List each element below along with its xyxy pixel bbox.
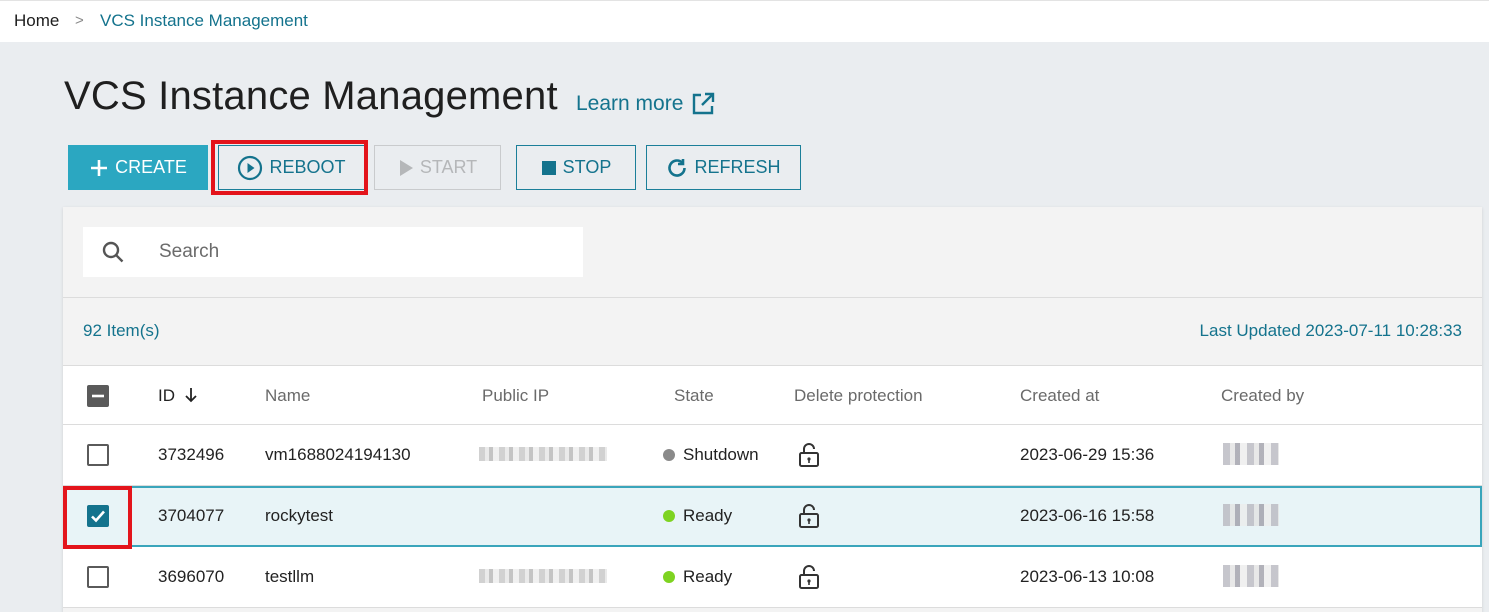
state-label: Shutdown [683, 445, 759, 464]
column-header-created-by[interactable]: Created by [1221, 386, 1304, 406]
learn-more-link[interactable]: Learn more [576, 92, 715, 116]
state-shutdown-icon [663, 449, 675, 461]
breadcrumb: Home > VCS Instance Management [0, 0, 1489, 42]
divider [63, 297, 1482, 298]
table-row[interactable]: 3732496 vm1688024194130 Shutdown 2023-06… [63, 425, 1482, 486]
row-id: 3732496 [158, 445, 225, 464]
stop-label: STOP [562, 157, 612, 177]
table-row[interactable]: 3696070 testllm Ready 2023-06-13 10:08 [63, 547, 1482, 608]
column-header-public-ip[interactable]: Public IP [482, 386, 549, 406]
plus-icon [91, 159, 108, 176]
row-created-at: 2023-06-16 15:58 [1020, 506, 1155, 525]
breadcrumb-home[interactable]: Home [14, 11, 59, 31]
state-label: Ready [683, 567, 733, 586]
row-name[interactable]: testllm [265, 567, 314, 587]
start-button[interactable]: START [374, 145, 501, 190]
created-by-redacted [1223, 565, 1279, 587]
instance-list-panel: 92 Item(s) Last Updated 2023-07-11 10:28… [63, 207, 1482, 612]
external-link-icon [693, 92, 715, 115]
column-header-state[interactable]: State [674, 386, 714, 406]
created-by-redacted [1223, 443, 1279, 465]
row-name[interactable]: vm1688024194130 [265, 445, 411, 465]
refresh-label: REFRESH [694, 157, 781, 177]
state-ready-icon [663, 510, 675, 522]
created-by-redacted [1223, 504, 1279, 526]
item-count: 92 Item(s) [83, 321, 160, 340]
row-state: Shutdown [663, 445, 759, 465]
search-input[interactable] [159, 241, 559, 263]
row-checkbox-checked[interactable] [87, 505, 109, 527]
row-created-at: 2023-06-13 10:08 [1020, 567, 1155, 586]
table-row-selected[interactable]: 3704077 rockytest Ready 2023-06-16 15:58 [63, 486, 1482, 547]
play-icon [399, 159, 413, 176]
create-button[interactable]: CREATE [68, 145, 208, 190]
play-circle-icon [238, 155, 263, 180]
search-box [83, 227, 583, 277]
last-updated: Last Updated 2023-07-11 10:28:33 [1199, 321, 1462, 340]
stop-button[interactable]: STOP [516, 145, 636, 190]
column-header-created-at[interactable]: Created at [1020, 386, 1099, 406]
row-checkbox[interactable] [87, 566, 109, 588]
unlock-icon[interactable] [798, 442, 820, 468]
row-id: 3704077 [158, 506, 225, 525]
row-id: 3696070 [158, 567, 225, 586]
unlock-icon[interactable] [798, 503, 820, 529]
learn-more-label: Learn more [576, 92, 684, 115]
column-header-id[interactable]: ID [158, 386, 198, 406]
stop-icon [541, 160, 556, 175]
table-header: ID Name Public IP State Delete protectio… [63, 365, 1482, 425]
public-ip-redacted [479, 447, 607, 461]
checkmark-icon [91, 510, 105, 523]
reboot-label: REBOOT [269, 157, 346, 177]
column-header-delete-protection[interactable]: Delete protection [794, 386, 923, 406]
row-name[interactable]: rockytest [265, 506, 333, 526]
reboot-button[interactable]: REBOOT [218, 145, 365, 190]
unlock-icon[interactable] [798, 564, 820, 590]
public-ip-redacted [479, 569, 607, 583]
state-label: Ready [683, 506, 733, 525]
breadcrumb-separator: > [75, 12, 84, 29]
select-all-checkbox[interactable] [87, 385, 109, 407]
row-checkbox[interactable] [87, 444, 109, 466]
minus-icon [92, 394, 104, 398]
breadcrumb-current[interactable]: VCS Instance Management [100, 11, 308, 31]
arrow-down-icon [185, 388, 197, 403]
row-created-at: 2023-06-29 15:36 [1020, 445, 1155, 464]
row-state: Ready [663, 567, 732, 587]
refresh-button[interactable]: REFRESH [646, 145, 801, 190]
refresh-icon [668, 158, 687, 177]
create-label: CREATE [115, 157, 187, 177]
start-label: START [419, 157, 478, 177]
page-title: VCS Instance Management [64, 74, 558, 118]
column-header-name[interactable]: Name [265, 386, 310, 406]
row-state: Ready [663, 506, 732, 526]
column-id-label: ID [158, 386, 175, 405]
search-icon [102, 241, 124, 263]
state-ready-icon [663, 571, 675, 583]
